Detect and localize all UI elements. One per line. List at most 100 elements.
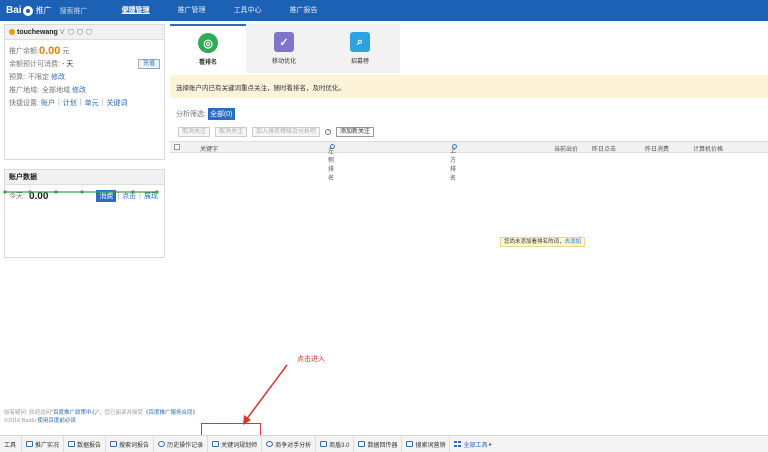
col-top-rank[interactable]: 上方排名 [450,144,457,182]
left-panel: touchewang V 推广余额: 0.00 元 余额预计可消费: - 天 充… [4,24,165,258]
monitor-icon [26,441,34,447]
table-header: 关键字 左侧排名 上方排名 当前出价 昨日点击 昨日消费 计算机价格 [170,141,768,182]
tool-all-tools[interactable]: 全部工具 ▸ [449,435,496,452]
policy-center-link[interactable]: "百度推广政策中心" [51,410,99,416]
cancel-follow-button-2[interactable]: 取消关注 [215,126,248,137]
add-keyword-link[interactable]: 去添加 [565,239,582,245]
history-icon [158,441,166,447]
days-row: 余额预计可消费: - 天 充值 [9,57,160,70]
nav-quick-manage[interactable]: 便捷管理 [108,0,164,21]
col-computer-price[interactable]: 计算机价格 [693,144,723,153]
filter-label: 分析筛选: [176,111,206,118]
magnifier-icon: ⌕ [350,32,370,52]
annotation-text: 点击进入 [297,356,325,363]
tool-shangdun[interactable]: 商盾3.0 [315,435,353,452]
tool-search-marketing[interactable]: 搜索词营销 [401,435,449,452]
select-all-checkbox[interactable] [174,144,180,150]
page-footer: 如有疑问: 欢迎访问"百度推广政策中心"，您已阅读并接受《百度推广服务合同》 ©… [4,409,198,425]
tool-history[interactable]: 历史操作记录 [153,435,207,452]
footer-line-2: ©2016 Baidu 使用百度前必读 [4,418,76,424]
tool-keyword-planner[interactable]: 关键词规划师 [207,435,261,452]
feature-tabs: ◎ 看排名 ✓ 移动优化 ⌕ 招募榜 [170,24,400,73]
add-to-ranking-button[interactable]: 加入排名榜结合分析吧 [252,126,321,137]
nav-reports[interactable]: 推广报告 [276,0,332,21]
filter-all-button[interactable]: 全部(0) [207,108,235,120]
tool-competitor-analysis[interactable]: 商争对手分析 [261,435,315,452]
quick-link-plan[interactable]: 计划 [63,98,77,108]
shield-icon [67,29,74,35]
empty-state-message: 您尚未添加看排名的词，去添加 [500,237,586,247]
budget-label: 预算: [9,73,25,81]
mobile-check-icon: ✓ [274,32,294,52]
nav-tool-center[interactable]: 工具中心 [220,0,276,21]
account-header: touchewang V [5,25,164,40]
username: touchewang [17,28,58,36]
logo-sub: 推广 [35,6,52,15]
quick-label: 快捷设置: [9,99,39,107]
product-name: 搜索推广 [59,7,88,15]
keyword-planner-icon [212,441,220,447]
col-yesterday-clicks[interactable]: 昨日点击 [592,144,616,153]
tool-live-promotion[interactable]: 推广实况 [21,435,63,452]
terms-link[interactable]: 使用百度前必读 [37,418,76,424]
balance-value: 0.00 [38,44,61,57]
account-data-box: 账户数据 今天: 0.00 消费 | 点击 | 展现 [4,169,165,258]
tools-bar: 工具 推广实况 数据报告 搜索词报告 历史操作记录 关键词规划师 商争对手分析 … [0,435,768,452]
all-tools-icon [454,441,462,447]
col-left-rank[interactable]: 左侧排名 [328,144,335,182]
tab-mobile-optimize[interactable]: ✓ 移动优化 [246,24,322,73]
region-row: 推广地域: 全部地域 修改 [9,83,160,96]
footer-line-1: 如有疑问: 欢迎访问"百度推广政策中心"，您已阅读并接受《百度推广服务合同》 [4,410,198,416]
balance-label: 推广余额: [9,47,39,55]
user-icon [9,29,15,35]
cancel-follow-button[interactable]: 取消关注 [178,126,211,137]
baidu-logo[interactable]: Bai 推广 [6,5,52,16]
tab-recruit-list[interactable]: ⌕ 招募榜 [322,24,398,73]
tab-label: 看排名 [198,60,217,66]
tool-search-term-report[interactable]: 搜索词报告 [105,435,153,452]
recharge-button[interactable]: 充值 [138,58,160,69]
budget-row: 预算: 不限定 修改 [9,70,160,83]
notice-banner: 选择账户内已有关键词重点关注，随时看排名，及时优化。 [170,75,768,98]
region-edit-link[interactable]: 修改 [72,85,86,95]
trend-line-chart [3,190,159,194]
col-current-bid[interactable]: 当前出价 [554,144,578,153]
paw-icon [22,5,33,16]
col-keyword[interactable]: 关键字 [200,144,218,153]
tab-label: 招募榜 [350,59,369,65]
v-badge: V [59,28,65,36]
tool-data-report[interactable]: 数据报告 [63,435,105,452]
main-nav: 便捷管理 推广管理 工具中心 推广报告 [108,0,332,21]
main-content: ◎ 看排名 ✓ 移动优化 ⌕ 招募榜 选择账户内已有关键词重点关注，随时看排名，… [170,24,768,182]
nav-promotion-manage[interactable]: 推广管理 [164,0,220,21]
help-icon[interactable]: ? [325,128,332,135]
shield-icon [320,441,328,447]
action-toolbar: 取消关注 取消关注 加入排名榜结合分析吧 ? 添加新关注 [170,126,768,137]
days-label: 余额预计可消费: [9,60,60,68]
quick-link-unit[interactable]: 单元 [85,98,99,108]
balance-unit: 元 [62,47,70,55]
account-data-body: 今天: 0.00 消费 | 点击 | 展现 [5,185,164,257]
tools-label: 工具 [4,442,17,449]
days-value: - 天 [61,60,74,68]
account-data-header: 账户数据 [5,170,164,185]
search-report-icon [110,441,118,447]
col-yesterday-cost[interactable]: 昨日消费 [645,144,669,153]
region-label: 推广地域: [9,86,39,94]
budget-value: 不限定 [27,73,49,81]
quick-link-keyword[interactable]: 关键词 [106,98,127,108]
tool-data-return[interactable]: 数据回传器 [353,435,401,452]
shield-icon [76,29,83,35]
quick-settings-row: 快捷设置: 账户 | 计划 | 单元 | 关键词 [9,98,128,108]
tab-view-ranking[interactable]: ◎ 看排名 [170,24,246,73]
marketing-icon [406,441,414,447]
add-follow-button[interactable]: 添加新关注 [336,126,375,137]
filter-row: 分析筛选: 全部(0) [170,108,768,120]
account-body: 推广余额: 0.00 元 余额预计可消费: - 天 充值 预算: 不限定 修改 … [5,40,164,159]
service-contract-link[interactable]: 《百度推广服务合同》 [143,410,198,416]
quick-link-account[interactable]: 账户 [41,98,55,108]
competitor-icon [266,441,274,447]
budget-edit-link[interactable]: 修改 [51,72,65,82]
target-icon: ◎ [198,33,218,53]
shield-icon [85,29,92,35]
